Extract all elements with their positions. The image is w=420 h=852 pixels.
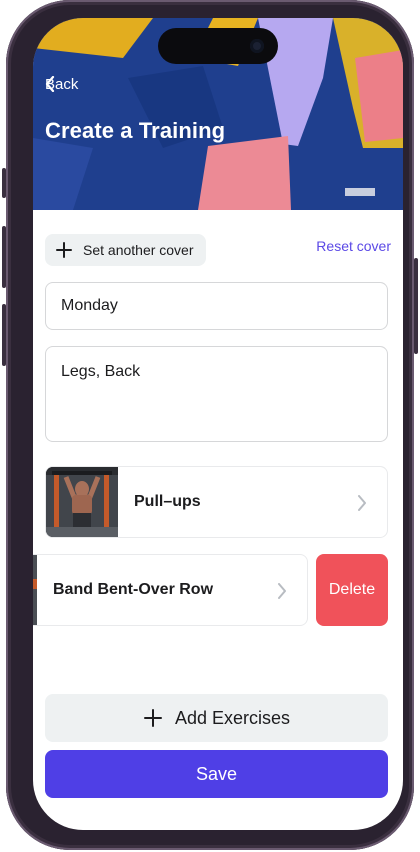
chevron-left-icon xyxy=(45,76,55,92)
set-cover-button[interactable]: Set another cover xyxy=(45,234,206,266)
delete-exercise-button[interactable]: Delete xyxy=(316,554,388,626)
reset-cover-link[interactable]: Reset cover xyxy=(316,238,391,254)
silent-switch xyxy=(2,168,6,198)
add-exercises-label: Add Exercises xyxy=(174,707,291,728)
exercise-card-swiped[interactable]: Band Bent-Over Row xyxy=(33,554,308,626)
training-description-input[interactable]: Legs, Back xyxy=(45,346,388,442)
page-title: Create a Training xyxy=(45,118,226,143)
chevron-right-icon xyxy=(278,583,286,599)
phone-frame: Back Create a Training Set another cover… xyxy=(2,0,418,850)
exercise-photo-edge xyxy=(33,555,37,625)
volume-down-button xyxy=(2,304,6,366)
exercise-name: Pull–ups xyxy=(134,493,201,510)
exercise-thumbnail xyxy=(33,555,37,625)
chevron-right-icon xyxy=(358,495,366,511)
volume-up-button xyxy=(2,226,6,288)
screen: Back Create a Training Set another cover… xyxy=(33,18,403,830)
exercise-card[interactable]: Pull–ups xyxy=(45,466,388,538)
back-button[interactable]: Back xyxy=(45,76,78,93)
plus-icon xyxy=(56,242,72,258)
exercise-name: Band Bent-Over Row xyxy=(53,581,214,598)
set-cover-label: Set another cover xyxy=(83,242,194,258)
training-name-input[interactable]: Monday xyxy=(45,282,388,330)
plus-icon xyxy=(143,709,162,727)
save-button[interactable]: Save xyxy=(45,750,388,798)
power-button xyxy=(414,258,418,354)
exercise-thumbnail xyxy=(46,467,118,537)
dynamic-island xyxy=(158,28,278,64)
cover-controls: Set another cover Reset cover xyxy=(45,234,391,268)
pullup-photo xyxy=(46,467,118,537)
add-exercises-button[interactable]: Add Exercises xyxy=(45,694,388,742)
cover-image: Back Create a Training xyxy=(33,18,403,210)
camera-icon xyxy=(250,39,264,53)
